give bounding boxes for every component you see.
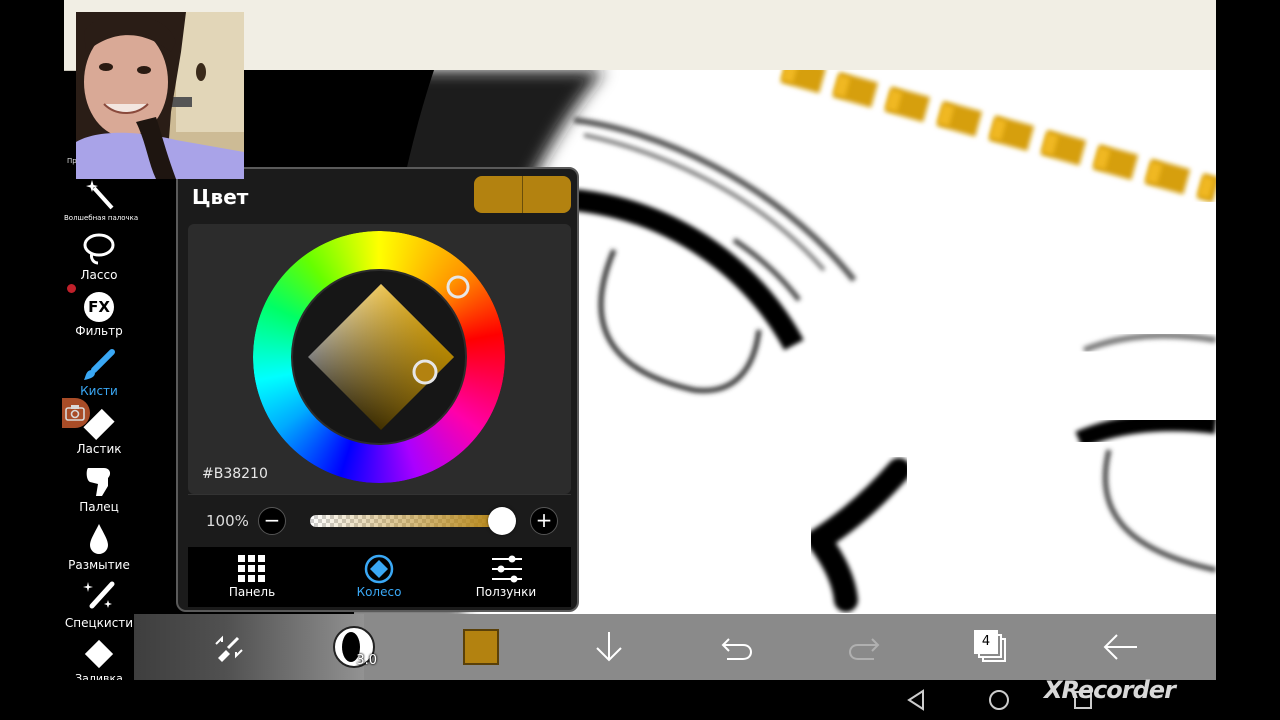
grid-icon bbox=[238, 555, 265, 582]
tool-label: Ластик bbox=[76, 442, 122, 456]
blur-icon bbox=[90, 524, 108, 554]
tool-label: Волшебная палочка bbox=[64, 214, 139, 222]
webcam-overlay bbox=[76, 12, 244, 179]
brush-size-button[interactable]: 3.0 bbox=[329, 614, 379, 680]
tool-label: Лассо bbox=[80, 268, 118, 282]
tool-label: Спецкисти bbox=[64, 616, 134, 630]
brush-size-value: 3.0 bbox=[356, 653, 377, 668]
opacity-slider[interactable] bbox=[310, 515, 505, 527]
nav-back-icon[interactable] bbox=[905, 689, 927, 711]
tab-label: Панель bbox=[228, 585, 276, 599]
color-wheel[interactable] bbox=[188, 224, 571, 494]
nav-home-icon[interactable] bbox=[988, 689, 1010, 711]
tab-panel[interactable]: Панель bbox=[188, 547, 316, 607]
previous-color bbox=[523, 176, 571, 213]
color-button[interactable] bbox=[456, 614, 506, 680]
transform-icon bbox=[215, 635, 243, 662]
sliders-icon bbox=[492, 555, 522, 583]
fill-icon bbox=[84, 639, 114, 669]
undo-icon bbox=[721, 638, 753, 660]
tab-label: Колесо bbox=[356, 585, 402, 599]
lasso-icon bbox=[83, 233, 115, 265]
download-button[interactable] bbox=[584, 614, 634, 680]
opacity-row: 100% − + bbox=[188, 494, 571, 547]
color-swatch[interactable] bbox=[474, 176, 571, 213]
camera-icon bbox=[65, 405, 85, 421]
finger-icon bbox=[86, 468, 111, 496]
left-toolbar: Волшебная палочка Лассо FX Фильтр Кисти … bbox=[64, 178, 139, 685]
back-button[interactable] bbox=[1096, 614, 1146, 680]
bottom-toolbar: 3.0 4 bbox=[134, 614, 1216, 680]
redo-button[interactable] bbox=[839, 614, 889, 680]
color-mode-tabs: Панель Колесо Ползунки bbox=[188, 547, 571, 607]
webcam-image bbox=[76, 12, 244, 179]
opacity-plus-button[interactable]: + bbox=[530, 507, 558, 535]
tool-finger[interactable]: Палец bbox=[64, 464, 134, 514]
tool-label: Фильтр bbox=[75, 324, 123, 338]
color-panel: Цвет #B38210 100% − + Панель Колесо Полз… bbox=[176, 167, 579, 612]
tab-wheel[interactable]: Колесо bbox=[315, 547, 443, 607]
layers-button[interactable]: 4 bbox=[966, 614, 1016, 680]
tab-label: Ползунки bbox=[475, 585, 537, 599]
undo-button[interactable] bbox=[712, 614, 762, 680]
tool-brush[interactable]: Кисти bbox=[64, 348, 134, 398]
record-dot bbox=[67, 284, 76, 293]
tool-label: Палец bbox=[79, 500, 119, 514]
arrow-left-icon bbox=[1103, 634, 1137, 660]
special-brush-icon bbox=[83, 581, 115, 609]
wheel-icon bbox=[364, 554, 394, 584]
redo-icon bbox=[848, 638, 880, 660]
fx-icon: FX bbox=[84, 292, 114, 322]
saturation-handle bbox=[412, 359, 438, 385]
tool-lasso[interactable]: Лассо bbox=[64, 232, 134, 282]
tool-magic-wand[interactable]: Волшебная палочка bbox=[64, 178, 139, 222]
brush-icon bbox=[84, 349, 115, 380]
tool-label: Кисти bbox=[80, 384, 118, 398]
current-color bbox=[474, 176, 523, 213]
layers-icon: 4 bbox=[974, 630, 1008, 664]
hex-value[interactable]: #B38210 bbox=[202, 466, 268, 482]
opacity-minus-button[interactable]: − bbox=[258, 507, 286, 535]
tool-label: Размытие bbox=[68, 558, 130, 572]
transform-button[interactable] bbox=[204, 614, 254, 680]
tab-sliders[interactable]: Ползунки bbox=[442, 547, 570, 607]
opacity-slider-handle[interactable] bbox=[488, 507, 516, 535]
opacity-value: 100% bbox=[206, 512, 249, 530]
tool-blur[interactable]: Размытие bbox=[64, 522, 134, 572]
tool-fill[interactable]: Заливка bbox=[64, 638, 134, 685]
panel-title: Цвет bbox=[192, 185, 249, 209]
arrow-down-icon bbox=[596, 632, 622, 662]
tool-special-brush[interactable]: Спецкисти bbox=[64, 578, 134, 630]
color-preview bbox=[463, 629, 499, 665]
layers-count: 4 bbox=[974, 630, 998, 654]
brush-size-icon: 3.0 bbox=[333, 626, 377, 668]
recorder-watermark: XRecorder bbox=[1044, 676, 1176, 704]
tool-filter[interactable]: FX Фильтр bbox=[64, 292, 134, 338]
cut-text: Пр bbox=[67, 157, 77, 165]
magic-wand-icon bbox=[86, 180, 114, 210]
color-wheel-area: #B38210 bbox=[188, 224, 571, 494]
